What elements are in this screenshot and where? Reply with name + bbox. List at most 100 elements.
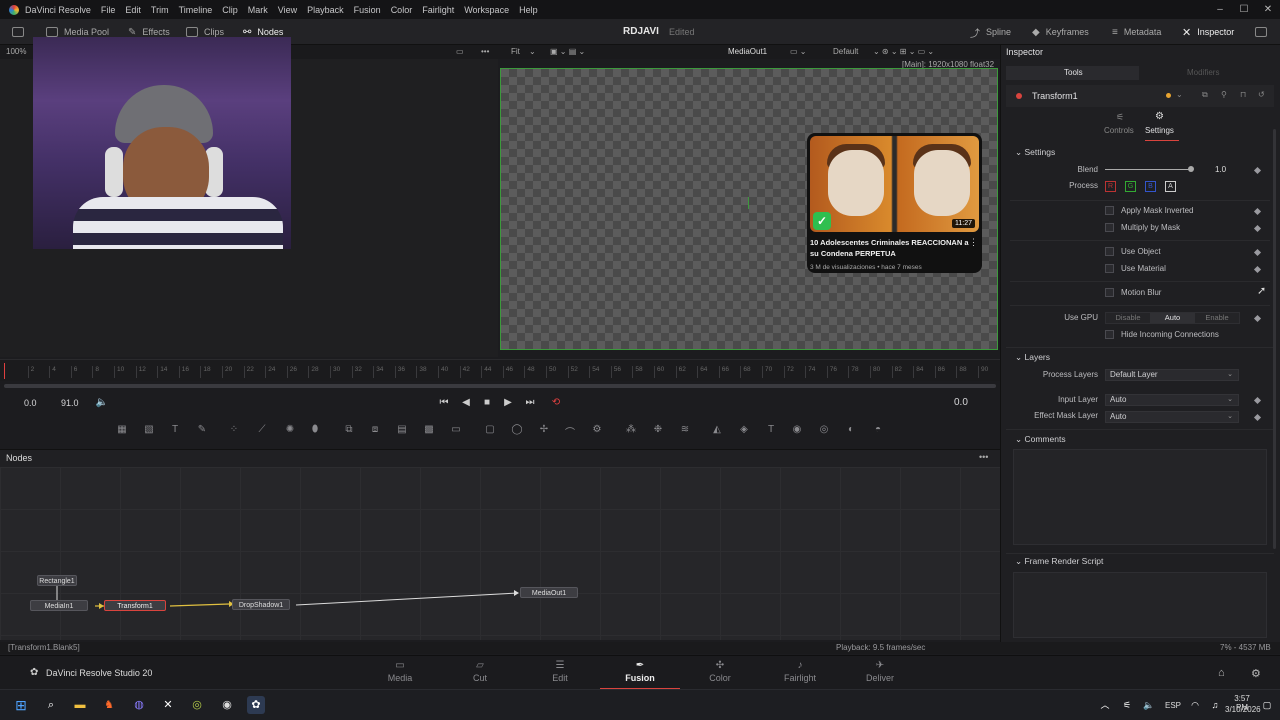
subtab-settings[interactable]: ⚙ Settings	[1145, 111, 1179, 141]
background-tool-icon[interactable]: ▦	[114, 424, 130, 438]
capcut-icon[interactable]: ✕	[159, 696, 177, 714]
menu-color[interactable]: Color	[391, 5, 413, 15]
reset-icon[interactable]: ↺	[1258, 90, 1265, 99]
page-tab-color[interactable]: ✣ Color	[680, 656, 760, 690]
clock-date[interactable]: 3/10/2026	[1225, 705, 1261, 714]
particle-emitter-icon[interactable]: ⁂	[623, 424, 639, 438]
play-icon[interactable]: ▶	[500, 395, 516, 411]
input-layer-dropdown[interactable]: Auto ⌄	[1105, 394, 1239, 406]
3d-text-icon[interactable]: ◈	[736, 424, 752, 438]
use-material-keyframe-icon[interactable]	[1253, 265, 1262, 274]
blend-keyframe-icon[interactable]	[1253, 166, 1262, 175]
transform-center-marker[interactable]	[748, 197, 749, 209]
tool-enable-icon[interactable]	[1016, 93, 1022, 99]
davinci-taskbar-icon[interactable]: ✿	[247, 696, 265, 714]
audio-icon[interactable]: 🔈	[94, 395, 110, 411]
left-viewer-zoom[interactable]: 100%	[6, 45, 26, 59]
render-start-field[interactable]: 0.0	[24, 393, 37, 413]
version-icon[interactable]: ⧉	[1202, 90, 1208, 100]
page-tab-fusion[interactable]: ✒ Fusion	[600, 656, 680, 690]
language-indicator[interactable]: ESP	[1165, 701, 1181, 710]
keyframes-button[interactable]: ◆ Keyframes	[1032, 19, 1089, 45]
page-tab-fairlight[interactable]: ♪ Fairlight	[760, 656, 840, 690]
inspector-button[interactable]: ✕ Inspector	[1182, 19, 1234, 45]
gear-icon[interactable]: ⚙	[1251, 667, 1261, 680]
ellipse-mask-icon[interactable]: ◯	[509, 424, 525, 438]
text-tool-icon[interactable]: T	[167, 424, 183, 438]
3d-light-icon[interactable]: ◎	[816, 424, 832, 438]
tray-chevron-icon[interactable]: ︿	[1096, 696, 1114, 714]
channel-r-toggle[interactable]: R	[1105, 181, 1116, 192]
3d-image-plane-icon[interactable]: ◓	[870, 424, 886, 438]
menu-fusion[interactable]: Fusion	[354, 5, 381, 15]
channel-g-toggle[interactable]: G	[1125, 181, 1136, 192]
polygon-mask-icon[interactable]: ✢	[536, 424, 552, 438]
menu-fairlight[interactable]: Fairlight	[422, 5, 454, 15]
channel-b-toggle[interactable]: B	[1145, 181, 1156, 192]
node-transform1[interactable]: Transform1	[104, 600, 166, 611]
frame-render-script-textarea[interactable]	[1013, 572, 1267, 638]
menu-clip[interactable]: Clip	[222, 5, 238, 15]
gpu-enable-option[interactable]: Enable	[1195, 313, 1239, 323]
page-tab-deliver[interactable]: ✈ Deliver	[840, 656, 920, 690]
effect-mask-layer-dropdown[interactable]: Auto ⌄	[1105, 411, 1239, 423]
apply-mask-keyframe-icon[interactable]	[1253, 207, 1262, 216]
render-end-field[interactable]: 91.0	[61, 393, 79, 413]
brave-browser-icon[interactable]: ♞	[100, 696, 118, 714]
pin-icon[interactable]: ⚲	[1221, 90, 1227, 99]
notifications-icon[interactable]: ▢	[1258, 696, 1276, 714]
spline-button[interactable]: ⤴ Spline	[970, 19, 1011, 45]
menu-playback[interactable]: Playback	[307, 5, 344, 15]
channel-a-toggle[interactable]: A	[1165, 181, 1176, 192]
frame-render-script-header[interactable]: ⌄ Frame Render Script	[1015, 556, 1103, 567]
menu-edit[interactable]: Edit	[125, 5, 141, 15]
gpu-disable-option[interactable]: Disable	[1106, 313, 1150, 323]
xbox-icon[interactable]: ◎	[188, 696, 206, 714]
3d-renderer-icon[interactable]: ◐	[843, 424, 859, 438]
menu-help[interactable]: Help	[519, 5, 538, 15]
discord-icon[interactable]: ◍	[130, 696, 148, 714]
particles-tool-icon[interactable]: ⁘	[226, 424, 242, 438]
paint-tool-icon[interactable]: ✎	[194, 424, 210, 438]
3d-merge-icon[interactable]: T	[763, 424, 779, 438]
particle-render-icon[interactable]: ❉	[650, 424, 666, 438]
page-tab-cut[interactable]: ▱ Cut	[440, 656, 520, 690]
wifi-icon[interactable]: ◠	[1186, 696, 1204, 714]
metadata-button[interactable]: ≡ Metadata	[1112, 19, 1161, 45]
inspector-scrollbar[interactable]	[1273, 129, 1276, 549]
effect-mask-keyframe-icon[interactable]	[1253, 413, 1262, 422]
search-icon[interactable]: ⌕	[42, 696, 60, 714]
menu-view[interactable]: View	[278, 5, 297, 15]
minimize-icon[interactable]: –	[1208, 0, 1232, 19]
blend-value-field[interactable]: 1.0	[1215, 164, 1226, 175]
viewer-options-icon[interactable]: ▣ ⌄ ▤ ⌄	[550, 45, 585, 59]
input-layer-keyframe-icon[interactable]	[1253, 396, 1262, 405]
lock-icon[interactable]: ⊓	[1240, 90, 1246, 99]
node-dropshadow1[interactable]: DropShadow1	[232, 599, 290, 610]
channel-tool-icon[interactable]: ⧈	[367, 424, 383, 438]
menu-workspace[interactable]: Workspace	[464, 5, 509, 15]
gpu-auto-option[interactable]: Auto	[1150, 313, 1195, 323]
home-icon[interactable]: ⌂	[1218, 667, 1225, 679]
menu-mark[interactable]: Mark	[248, 5, 268, 15]
go-to-end-icon[interactable]: ⏭	[522, 395, 538, 411]
current-time-field[interactable]: 0.0	[954, 393, 968, 413]
nodes-more-icon[interactable]: •••	[979, 452, 988, 462]
use-gpu-keyframe-icon[interactable]	[1253, 314, 1262, 323]
tracker-tool-icon[interactable]: ⚙	[589, 424, 605, 438]
step-back-icon[interactable]: ◀	[458, 395, 474, 411]
menu-file[interactable]: File	[101, 5, 116, 15]
node-rectangle1[interactable]: Rectangle1	[37, 575, 77, 586]
apply-mask-inverted-checkbox[interactable]	[1105, 206, 1114, 215]
obs-icon[interactable]: ◉	[218, 696, 236, 714]
windows-start-icon[interactable]: ⊞	[12, 696, 30, 714]
network-icon[interactable]: ⚟	[1118, 696, 1136, 714]
image-plane-tool-icon[interactable]: ▧	[141, 424, 157, 438]
menu-app[interactable]: DaVinci Resolve	[25, 5, 91, 15]
fit-chevron-icon[interactable]: ⌄	[529, 45, 536, 59]
3d-shape-icon[interactable]: ◭	[709, 424, 725, 438]
viewer-layout-icon[interactable]: ▭	[456, 45, 464, 59]
file-explorer-icon[interactable]: ▬	[71, 696, 89, 714]
lut-select[interactable]: Default	[833, 45, 858, 59]
playhead-marker[interactable]	[4, 363, 5, 379]
